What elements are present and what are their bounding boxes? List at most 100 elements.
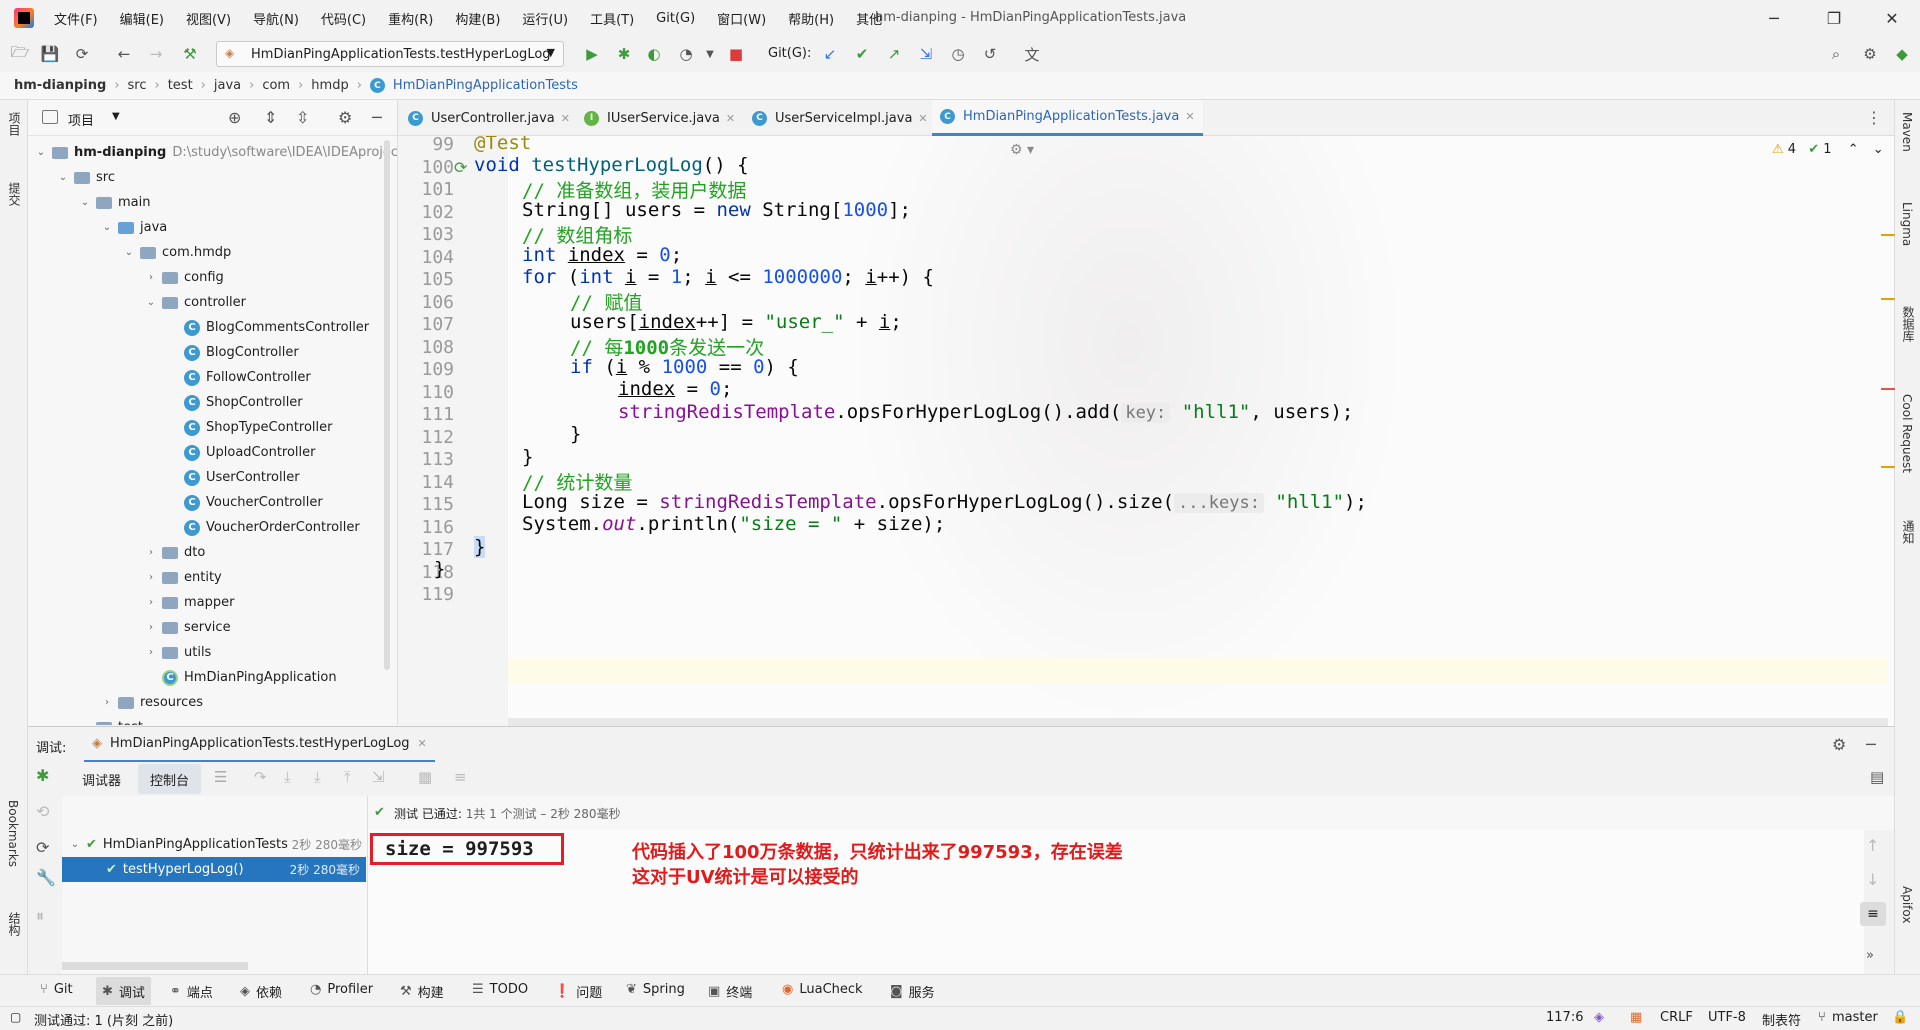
breadcrumb-com[interactable]: com xyxy=(262,78,290,93)
panel-settings-icon[interactable]: ⚙ xyxy=(338,108,352,127)
run-icon[interactable]: ▶ xyxy=(582,44,602,64)
tree-item-blogcontroller[interactable]: C BlogController xyxy=(166,340,299,365)
git-history-icon[interactable]: ◷ xyxy=(948,44,968,64)
code-editor[interactable]: 99 100 101 102 103 104 105 106 107 108 109 110 111 11… xyxy=(398,136,1894,726)
editor-horizontal-scrollbar[interactable] xyxy=(508,718,1888,726)
chevron-down-icon[interactable]: ▼ xyxy=(112,111,120,122)
resume-icon[interactable]: ⟳ xyxy=(36,838,49,857)
line-number[interactable]: 103 xyxy=(404,224,454,245)
tree-scrollbar[interactable] xyxy=(62,962,248,970)
line-number[interactable]: 102 xyxy=(404,202,454,223)
tree-item-mapper[interactable]: › mapper xyxy=(144,590,234,615)
tree-item-utils[interactable]: › utils xyxy=(144,640,211,665)
error-stripe-marker[interactable] xyxy=(1881,388,1895,390)
prev-problem-icon[interactable]: ⌃ xyxy=(1848,142,1859,157)
line-number[interactable]: 108 xyxy=(404,337,454,358)
profile-icon[interactable]: ◔ xyxy=(676,44,696,64)
line-number[interactable]: 113 xyxy=(404,449,454,470)
inspection-widget[interactable]: ⚠ 4 ✔ 1 ⌃ ⌄ xyxy=(1772,142,1884,157)
tool-endpoints[interactable]: ⚭ 端点 xyxy=(170,982,213,1001)
menu-view[interactable]: 视图(V) xyxy=(186,9,231,28)
step-over-icon[interactable]: ↷ xyxy=(254,768,267,786)
line-number[interactable]: 100 xyxy=(404,157,454,178)
line-number[interactable]: 109 xyxy=(404,359,454,380)
tree-item-vouchercontroller[interactable]: C VoucherController xyxy=(166,490,323,515)
project-tool-button[interactable]: 项目 xyxy=(6,112,23,136)
warning-stripe-marker[interactable] xyxy=(1881,466,1895,468)
open-folder-icon[interactable]: 🗁 xyxy=(10,43,30,64)
git-commit-icon[interactable]: ✔ xyxy=(852,44,872,64)
menu-build[interactable]: 构建(B) xyxy=(455,9,500,28)
indent-setting[interactable]: 制表符 xyxy=(1762,1010,1801,1029)
settings-gear-icon[interactable]: ⚙ xyxy=(1860,44,1880,64)
line-number[interactable]: 107 xyxy=(404,314,454,335)
trace-icon[interactable]: ≡ xyxy=(454,768,467,786)
tool-git[interactable]: ⑂ Git xyxy=(40,982,73,997)
caret-position[interactable]: 117:6 xyxy=(1546,1010,1583,1025)
tree-item-blogcommentscontroller[interactable]: C BlogCommentsController xyxy=(166,315,369,340)
maven-tool-button[interactable]: Maven xyxy=(1900,112,1914,152)
tool-todo[interactable]: ☰ TODO xyxy=(472,982,528,997)
git-update-icon[interactable]: ↙ xyxy=(820,44,840,64)
tree-item-controller[interactable]: ⌄ controller xyxy=(144,290,246,315)
status-message[interactable]: 测试通过: 1 (片刻 之前) xyxy=(34,1010,173,1029)
locate-target-icon[interactable]: ⊕ xyxy=(228,108,241,127)
git-branch[interactable]: master xyxy=(1832,1010,1878,1025)
menu-navigate[interactable]: 导航(N) xyxy=(253,9,299,28)
tree-item-followcontroller[interactable]: C FollowController xyxy=(166,365,311,390)
menu-git[interactable]: Git(G) xyxy=(656,11,695,26)
annotation-lens-icon[interactable]: ⚙ ▾ xyxy=(1010,142,1034,158)
menu-edit[interactable]: 编辑(E) xyxy=(120,9,164,28)
next-problem-icon[interactable]: ⌄ xyxy=(1873,142,1884,157)
line-number[interactable]: 106 xyxy=(404,292,454,313)
tree-item-shopcontroller[interactable]: C ShopController xyxy=(166,390,303,415)
file-encoding[interactable]: UTF-8 xyxy=(1708,1010,1746,1025)
line-number[interactable]: 116 xyxy=(404,517,454,538)
stop-icon[interactable]: ■ xyxy=(726,44,746,64)
breadcrumb-project[interactable]: hm-dianping xyxy=(14,78,106,93)
layout-icon[interactable]: ▤ xyxy=(1870,768,1884,786)
tab-console[interactable]: 控制台 xyxy=(138,764,202,794)
coverage-icon[interactable]: ◐ xyxy=(644,44,664,64)
rerun-failed-icon[interactable]: ⟲ xyxy=(36,802,49,821)
hide-panel-icon[interactable]: ─ xyxy=(372,108,382,127)
project-scrollbar[interactable] xyxy=(384,140,390,670)
tool-services[interactable]: ◙ 服务 xyxy=(890,982,935,1001)
close-tab-icon[interactable]: ✕ xyxy=(418,737,427,750)
warning-stripe-marker[interactable] xyxy=(1881,298,1895,300)
more-icon[interactable]: » xyxy=(1866,948,1874,963)
lingma-tool-button[interactable]: Lingma xyxy=(1900,202,1914,246)
tool-problems[interactable]: ❗ 问题 xyxy=(554,982,602,1001)
tree-item-config[interactable]: › config xyxy=(144,265,224,290)
line-number[interactable]: 101 xyxy=(404,179,454,200)
translate-icon[interactable]: 文 xyxy=(1022,44,1042,64)
close-tab-icon[interactable]: ✕ xyxy=(561,112,570,125)
warning-stripe-marker[interactable] xyxy=(1881,234,1895,236)
tab-user-controller[interactable]: C UserController.java ✕ xyxy=(400,100,578,136)
line-number[interactable]: 114 xyxy=(404,472,454,493)
tree-item-resources[interactable]: › resources xyxy=(100,690,203,715)
tree-item-test[interactable]: ⌄ test xyxy=(78,715,143,725)
tool-spring[interactable]: ❦ Spring xyxy=(626,982,685,997)
menu-refactor[interactable]: 重构(R) xyxy=(388,9,433,28)
soft-wrap-icon[interactable]: ≡ xyxy=(1860,902,1886,926)
tool-profiler[interactable]: ◔ Profiler xyxy=(310,982,373,997)
tab-user-service-impl[interactable]: C UserServiceImpl.java ✕ xyxy=(744,100,936,136)
tool-debug[interactable]: ✱ 调试 xyxy=(96,977,151,1005)
tree-item-src[interactable]: ⌄ src xyxy=(56,165,115,190)
status-square-icon[interactable]: ▢ xyxy=(10,1010,21,1024)
save-all-icon[interactable]: 💾 xyxy=(40,44,60,64)
tree-item-com-hmdp[interactable]: ⌄ com.hmdp xyxy=(122,240,232,265)
debug-session-tab[interactable]: ◈ HmDianPingApplicationTests.testHyperLo… xyxy=(84,727,435,763)
tree-item-dto[interactable]: › dto xyxy=(144,540,205,565)
tree-item-root[interactable]: ⌄ hm-dianping D:\study\software\IDEA\IDEAp… xyxy=(34,140,397,165)
pause-icon[interactable]: ⏸ xyxy=(36,906,44,926)
tool-terminal[interactable]: ▣ 终端 xyxy=(708,982,752,1001)
line-number[interactable]: 115 xyxy=(404,494,454,515)
menu-run[interactable]: 运行(U) xyxy=(522,9,568,28)
restore-icon[interactable]: ❐ xyxy=(1822,6,1846,30)
plugin-status-icon[interactable]: ◈ xyxy=(1594,1010,1604,1025)
tree-item-shoptypecontroller[interactable]: C ShopTypeController xyxy=(166,415,333,440)
bookmarks-tool-button[interactable]: Bookmarks xyxy=(6,800,20,867)
close-tab-icon[interactable]: ✕ xyxy=(1185,110,1194,123)
